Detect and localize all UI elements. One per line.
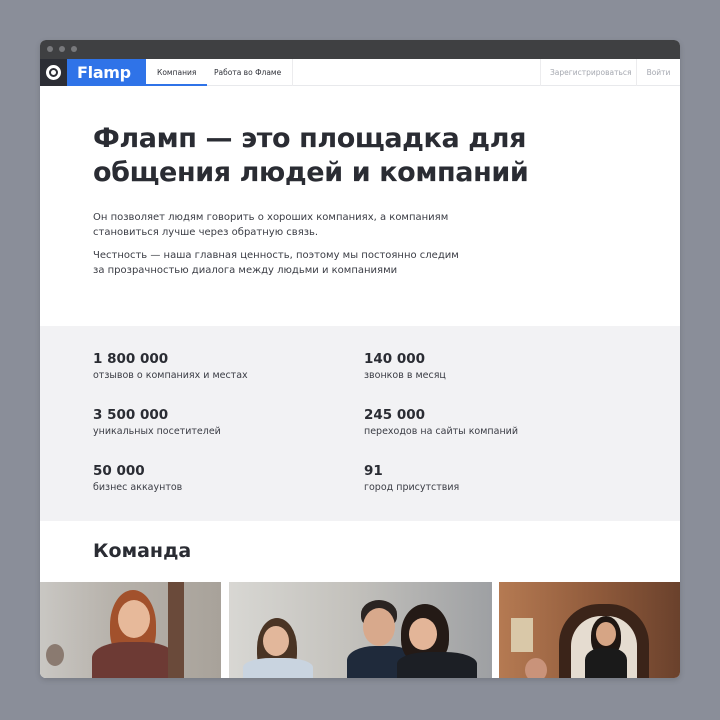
team-photo xyxy=(229,582,492,678)
tab-careers[interactable]: Работа во Фламе xyxy=(203,59,294,86)
2gis-logo-icon[interactable] xyxy=(40,59,67,86)
register-link[interactable]: Зарегистрироваться xyxy=(540,59,636,86)
stat-label: уникальных посетителей xyxy=(93,426,221,437)
window-maximize-dot[interactable] xyxy=(71,46,77,52)
hero-paragraph-2: Честность — наша главная ценность, поэто… xyxy=(93,250,459,276)
flamp-logo[interactable]: Flamp xyxy=(67,59,146,86)
team-photo xyxy=(40,582,221,678)
stats-section: 1 800 000 отзывов о компаниях и местах 1… xyxy=(40,326,680,521)
stat-value: 91 xyxy=(364,463,383,479)
stat-label: звонков в месяц xyxy=(364,370,446,381)
hero-paragraph-1: Он позволяет людям говорить о хороших ко… xyxy=(93,212,449,238)
top-navigation: Flamp Компания Работа во Фламе Зарегистр… xyxy=(40,59,680,86)
hero-section: Фламп — это площадка для общения людей и… xyxy=(40,86,680,326)
stat-label: город присутствия xyxy=(364,482,460,493)
stat-value: 140 000 xyxy=(364,351,426,367)
stat-label: бизнес аккаунтов xyxy=(93,482,183,493)
stat-label: отзывов о компаниях и местах xyxy=(93,370,248,381)
team-heading: Команда xyxy=(93,540,192,562)
window-titlebar xyxy=(40,40,680,59)
stat-value: 50 000 xyxy=(93,463,145,479)
stat-label: переходов на сайты компаний xyxy=(364,426,518,437)
stat-value: 3 500 000 xyxy=(93,407,169,423)
browser-window: Flamp Компания Работа во Фламе Зарегистр… xyxy=(40,40,680,678)
window-minimize-dot[interactable] xyxy=(59,46,65,52)
stat-item: 91 город присутствия xyxy=(364,462,604,495)
page-title: Фламп — это площадка для общения людей и… xyxy=(93,123,529,188)
stat-item: 140 000 звонков в месяц xyxy=(364,350,604,383)
stat-item: 1 800 000 отзывов о компаниях и местах xyxy=(93,350,333,383)
tab-company[interactable]: Компания xyxy=(146,59,208,86)
stat-value: 245 000 xyxy=(364,407,426,423)
window-close-dot[interactable] xyxy=(47,46,53,52)
stat-item: 245 000 переходов на сайты компаний xyxy=(364,406,604,439)
team-photo-strip xyxy=(40,582,680,678)
team-photo xyxy=(499,582,680,678)
stat-item: 50 000 бизнес аккаунтов xyxy=(93,462,333,495)
login-link[interactable]: Войти xyxy=(636,59,680,86)
stat-item: 3 500 000 уникальных посетителей xyxy=(93,406,333,439)
stat-value: 1 800 000 xyxy=(93,351,169,367)
